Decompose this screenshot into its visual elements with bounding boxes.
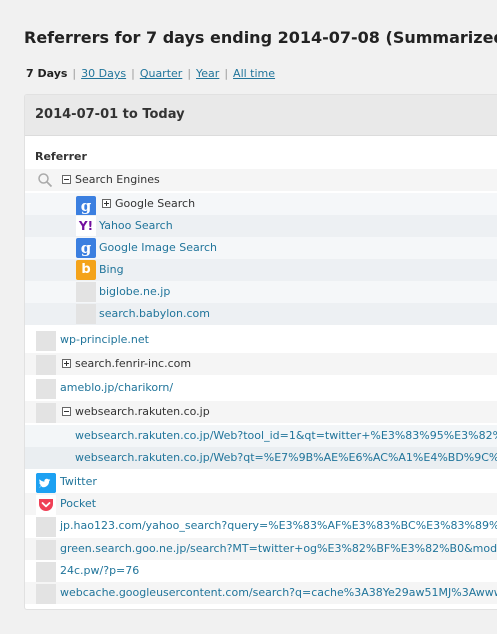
referrer-label: websearch.rakuten.co.jp [75,405,210,418]
referrer-row-rakuten-sub2: websearch.rakuten.co.jp/Web?qt=%E7%9B%AE… [25,447,497,469]
favicon-placeholder-icon [36,517,56,537]
period-separator: | [72,67,77,80]
referrer-row-search-engines: Search Engines [25,169,497,191]
referrer-link[interactable]: green.search.goo.ne.jp/search?MT=twitter… [60,542,497,556]
bing-icon: b [76,260,96,280]
period-separator: | [224,67,229,80]
referrer-row-hao123: jp.hao123.com/yahoo_search?query=%E3%83%… [25,515,497,537]
search-icon [38,173,53,188]
referrer-row-fenrir: search.fenrir-inc.com [25,353,497,375]
yahoo-icon: Y! [76,216,96,236]
referrer-row-24c: 24c.pw/?p=76 [25,560,497,582]
referrer-label: Google Search [115,197,196,210]
favicon-placeholder-icon [36,379,56,399]
referrer-link[interactable]: websearch.rakuten.co.jp/Web?tool_id=1&qt… [75,429,497,443]
referrer-row-google-image-search: g Google Image Search [25,237,497,259]
favicon-placeholder-icon [36,331,56,351]
favicon-placeholder-icon [76,304,96,324]
period-separator: | [131,67,135,80]
referrer-row-ameblo: ameblo.jp/charikorn/ [25,377,497,399]
referrer-row-google-cache: webcache.googleusercontent.com/search?q=… [25,582,497,604]
period-quarter-link[interactable]: Quarter [140,67,183,80]
referrer-link[interactable]: Twitter [60,475,97,489]
period-selector: 7 Days | 30 Days | Quarter | Year | All time [26,67,275,80]
expand-toggle[interactable] [102,199,111,208]
referrer-row-babylon: search.babylon.com [25,303,497,325]
favicon-placeholder-icon [36,355,56,375]
period-separator: | [187,67,192,80]
pocket-icon [36,495,56,515]
twitter-icon [36,473,56,493]
period-all-time-link[interactable]: All time [233,67,275,80]
referrer-link[interactable]: Bing [99,263,124,277]
referrer-link[interactable]: webcache.googleusercontent.com/search?q=… [60,586,497,600]
expand-toggle[interactable] [62,359,71,368]
favicon-placeholder-icon [36,584,56,604]
referrer-row-wp-principle: wp-principle.net [25,329,497,351]
referrer-link[interactable]: wp-principle.net [60,333,149,347]
google-icon: g [76,238,96,258]
referrer-link[interactable]: websearch.rakuten.co.jp/Web?qt=%E7%9B%AE… [75,451,497,465]
referrer-link[interactable]: 24c.pw/?p=76 [60,564,139,578]
page-title: Referrers for 7 days ending 2014-07-08 (… [24,28,497,47]
period-30-days-link[interactable]: 30 Days [81,67,126,80]
referrer-row-yahoo-search: Y! Yahoo Search [25,215,497,237]
referrer-row-bing: b Bing [25,259,497,281]
referrer-link[interactable]: Yahoo Search [99,219,173,233]
collapse-toggle[interactable] [62,175,71,184]
referrer-row-rakuten-sub1: websearch.rakuten.co.jp/Web?tool_id=1&qt… [25,425,497,447]
collapse-toggle[interactable] [62,407,71,416]
referrer-link[interactable]: Pocket [60,497,96,511]
referrer-link[interactable]: ameblo.jp/charikorn/ [60,381,173,395]
favicon-placeholder-icon [36,403,56,423]
referrer-row-goo: green.search.goo.ne.jp/search?MT=twitter… [25,538,497,560]
referrer-link[interactable]: search.babylon.com [99,307,210,321]
referrer-label: Search Engines [75,173,160,186]
period-7-days: 7 Days [26,67,68,80]
referrer-row-rakuten: websearch.rakuten.co.jp [25,401,497,423]
referrers-panel: 2014-07-01 to Today Referrer Search Engi… [24,94,497,610]
referrer-link[interactable]: Google Image Search [99,241,217,255]
favicon-placeholder-icon [36,540,56,560]
referrer-column-header: Referrer [35,150,87,163]
referrer-link[interactable]: biglobe.ne.jp [99,285,170,299]
referrer-link[interactable]: jp.hao123.com/yahoo_search?query=%E3%83%… [60,519,497,533]
favicon-placeholder-icon [36,562,56,582]
referrer-row-pocket: Pocket [25,493,497,515]
referrer-row-google-search: g Google Search [25,193,497,215]
period-year-link[interactable]: Year [196,67,219,80]
google-icon: g [76,196,96,215]
favicon-placeholder-icon [76,282,96,302]
referrer-row-biglobe: biglobe.ne.jp [25,281,497,303]
date-range-header: 2014-07-01 to Today [25,95,497,136]
referrer-row-twitter: Twitter [25,471,497,493]
referrer-label: search.fenrir-inc.com [75,357,192,370]
